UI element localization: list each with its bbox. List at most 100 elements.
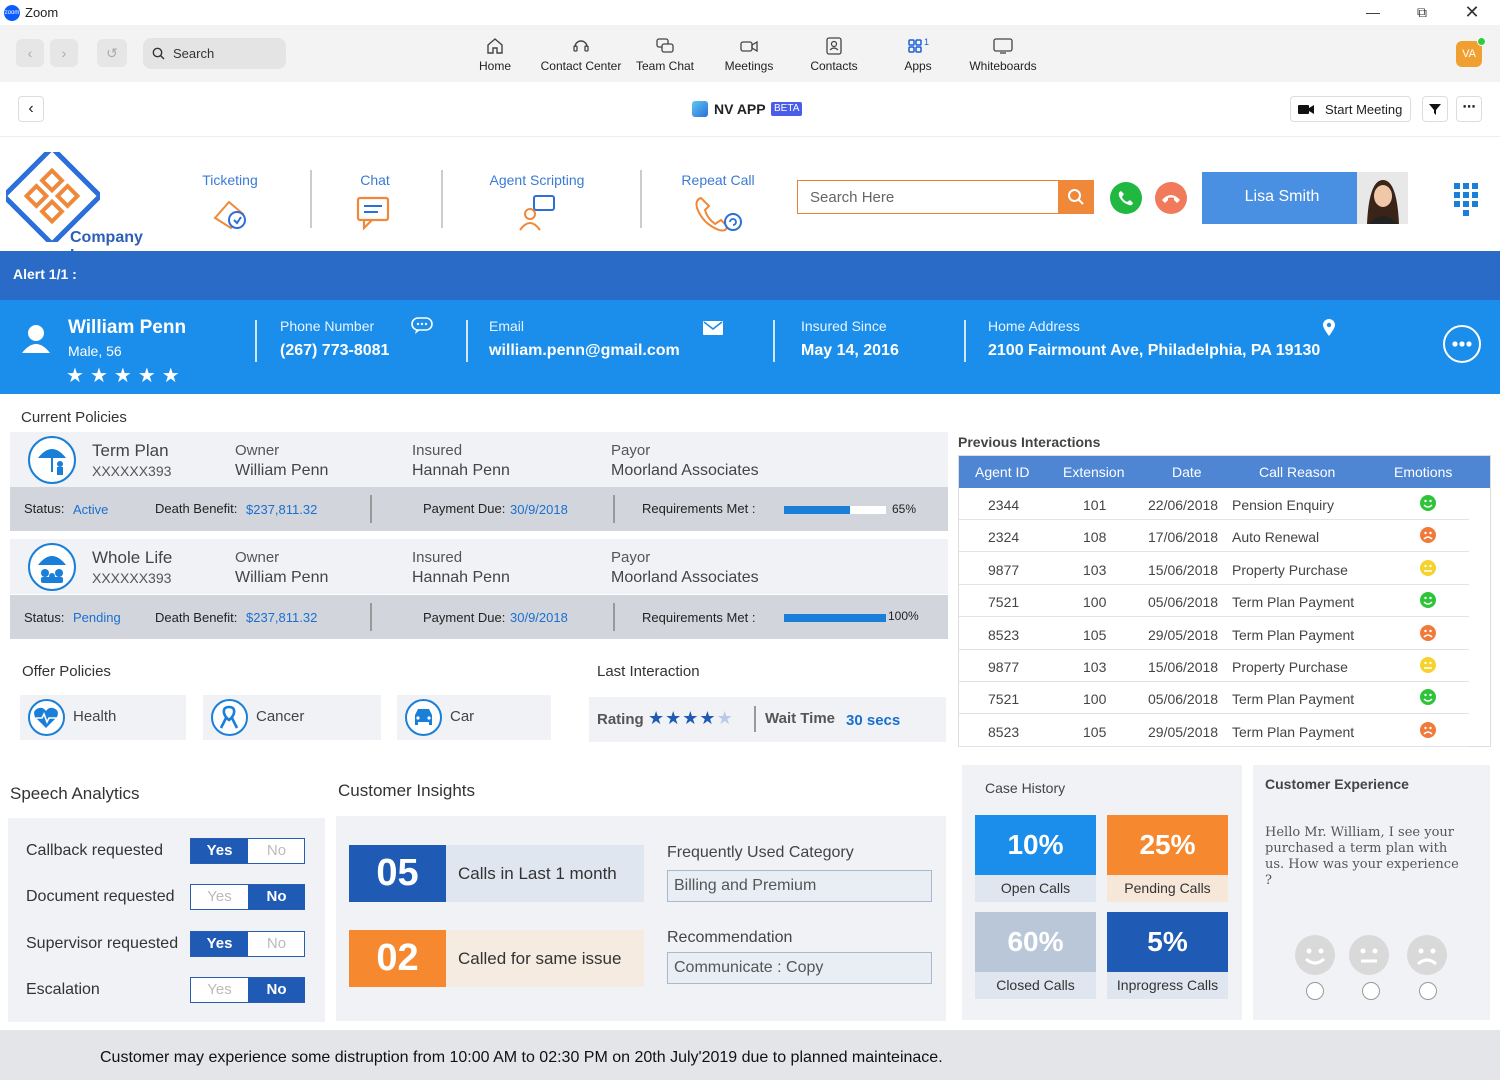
case-tile[interactable]: 25% Pending Calls (1107, 815, 1228, 902)
search-icon (1068, 189, 1084, 205)
requirements-progress-bar (784, 506, 886, 514)
end-call-button[interactable] (1155, 182, 1187, 214)
happy-radio[interactable] (1306, 982, 1324, 1000)
star-icon: ★ (113, 365, 138, 387)
cell-agent: 9877 (988, 561, 1020, 578)
policy-card[interactable]: Term Plan XXXXXX393 Owner William Penn I… (10, 432, 948, 487)
payment-due-label: Payment Due: (423, 501, 506, 516)
yes-no-toggle[interactable]: Yes No (190, 930, 305, 957)
filter-button[interactable] (1422, 96, 1448, 122)
chat-tool[interactable]: Chat (340, 172, 410, 232)
zoom-search-button[interactable]: Search (143, 38, 286, 69)
star-icon: ★ (89, 365, 114, 387)
accept-call-button[interactable] (1110, 182, 1142, 214)
recommendation-field[interactable]: Communicate : Copy (667, 952, 932, 984)
phone-icon (1118, 191, 1133, 206)
agent-scripting-tool[interactable]: Agent Scripting (478, 172, 596, 232)
category-field[interactable]: Billing and Premium (667, 870, 932, 902)
case-tile[interactable]: 10% Open Calls (975, 815, 1096, 902)
yes-option[interactable]: Yes (191, 931, 248, 956)
policy-card[interactable]: Whole Life XXXXXX393 Owner William Penn … (10, 539, 948, 594)
no-option[interactable]: No (248, 885, 305, 910)
status-value: Active (73, 502, 109, 517)
tab-contacts[interactable]: Contacts (804, 35, 864, 77)
agent-profile[interactable]: Lisa Smith (1202, 172, 1408, 224)
cell-ext: 105 (1083, 626, 1107, 643)
case-tile[interactable]: 5% Inprogress Calls (1107, 912, 1228, 999)
minimize-button[interactable]: — (1358, 2, 1388, 22)
no-option[interactable]: No (248, 932, 305, 956)
start-meeting-button[interactable]: Start Meeting (1290, 96, 1411, 122)
table-row[interactable]: 8523 105 29/05/2018 Term Plan Payment (959, 715, 1469, 747)
table-row[interactable]: 7521 100 05/06/2018 Term Plan Payment (959, 682, 1469, 715)
star-icon: ★ (66, 365, 90, 387)
email-value: william.penn@gmail.com (489, 342, 680, 359)
table-row[interactable]: 2324 108 17/06/2018 Auto Renewal (959, 520, 1469, 553)
yes-option[interactable]: Yes (191, 839, 248, 863)
yes-no-toggle[interactable]: Yes No (190, 838, 305, 864)
neutral-radio[interactable] (1362, 982, 1380, 1000)
forward-button[interactable]: › (50, 39, 78, 67)
table-row[interactable]: 7521 100 05/06/2018 Term Plan Payment (959, 585, 1469, 618)
yes-no-toggle[interactable]: Yes No (190, 884, 305, 911)
app-grid-icon[interactable] (1452, 181, 1482, 219)
offer-health[interactable]: Health (20, 695, 186, 740)
customer-more-button[interactable] (1443, 325, 1481, 363)
tab-home[interactable]: Home (472, 35, 518, 77)
customer-search-button[interactable] (1058, 180, 1094, 214)
app-header: ‹ NV APP BETA Start Meeting ⋯ (0, 82, 1500, 137)
close-button[interactable]: ✕ (1457, 2, 1487, 22)
sad-radio[interactable] (1419, 982, 1437, 1000)
tab-meetings[interactable]: Meetings (718, 35, 780, 77)
table-row[interactable]: 2344 101 22/06/2018 Pension Enquiry (959, 488, 1469, 520)
app-back-button[interactable]: ‹ (18, 96, 44, 122)
column-header: Date (1172, 464, 1202, 480)
tab-team-chat-label: Team Chat (635, 59, 695, 73)
yes-no-toggle[interactable]: Yes No (190, 976, 305, 1003)
tab-team-chat[interactable]: Team Chat (632, 35, 698, 77)
repeat-call-tool[interactable]: Repeat Call (676, 172, 760, 234)
table-row[interactable]: 9877 103 15/06/2018 Property Purchase (959, 650, 1469, 682)
user-avatar[interactable]: VA (1456, 37, 1486, 67)
tab-apps[interactable]: 1 Apps (897, 35, 939, 77)
chat-bubble-icon[interactable] (411, 317, 433, 335)
customer-experience-message: Hello Mr. William, I see your purchased … (1265, 825, 1459, 888)
last-interaction-rating: ★★★★★ (648, 708, 734, 729)
restore-button[interactable]: ⧉ (1407, 2, 1437, 22)
cell-date: 15/06/2018 (1148, 659, 1219, 675)
owner-value: William Penn (235, 462, 329, 479)
history-button[interactable]: ↺ (97, 39, 127, 67)
table-row[interactable]: 9877 103 15/06/2018 Property Purchase (959, 553, 1469, 585)
requirements-progress-fill (784, 614, 886, 622)
location-pin-icon[interactable] (1322, 319, 1336, 337)
death-benefit-value: $237,811.32 (246, 502, 318, 517)
happy-face-icon[interactable] (1295, 935, 1335, 975)
sad-face-icon[interactable] (1407, 935, 1447, 975)
customer-search-input[interactable]: Search Here (797, 180, 1059, 214)
table-row[interactable]: 8523 105 29/05/2018 Term Plan Payment (959, 618, 1469, 650)
no-option[interactable]: No (248, 839, 305, 863)
back-button[interactable]: ‹ (16, 39, 44, 67)
offer-car[interactable]: Car (397, 695, 551, 740)
yes-option[interactable]: Yes (191, 885, 248, 909)
phone-value: (267) 773-8081 (280, 342, 390, 359)
tab-whiteboards[interactable]: Whiteboards (962, 35, 1044, 77)
happy-emotion-icon (1420, 592, 1436, 609)
yes-option[interactable]: Yes (191, 978, 248, 1002)
requirements-label: Requirements Met : (642, 610, 756, 625)
no-option[interactable]: No (248, 977, 305, 1002)
ticketing-tool[interactable]: Ticketing (190, 172, 270, 232)
more-options-button[interactable]: ⋯ (1456, 96, 1482, 122)
cell-ext: 103 (1083, 561, 1107, 578)
tab-contact-center[interactable]: Contact Center (536, 35, 626, 77)
mail-icon[interactable] (703, 321, 723, 335)
contact-center-icon (573, 40, 589, 52)
case-tile[interactable]: 60% Closed Calls (975, 912, 1096, 999)
same-issue-count: 02 (349, 930, 446, 987)
calls-count: 05 (349, 845, 446, 902)
window-title: Zoom (25, 5, 59, 20)
offer-cancer[interactable]: Cancer (203, 695, 381, 740)
neutral-face-icon[interactable] (1349, 935, 1389, 975)
star-icon: ★ (648, 708, 666, 728)
customer-rating: ★★★★★ (66, 366, 186, 386)
